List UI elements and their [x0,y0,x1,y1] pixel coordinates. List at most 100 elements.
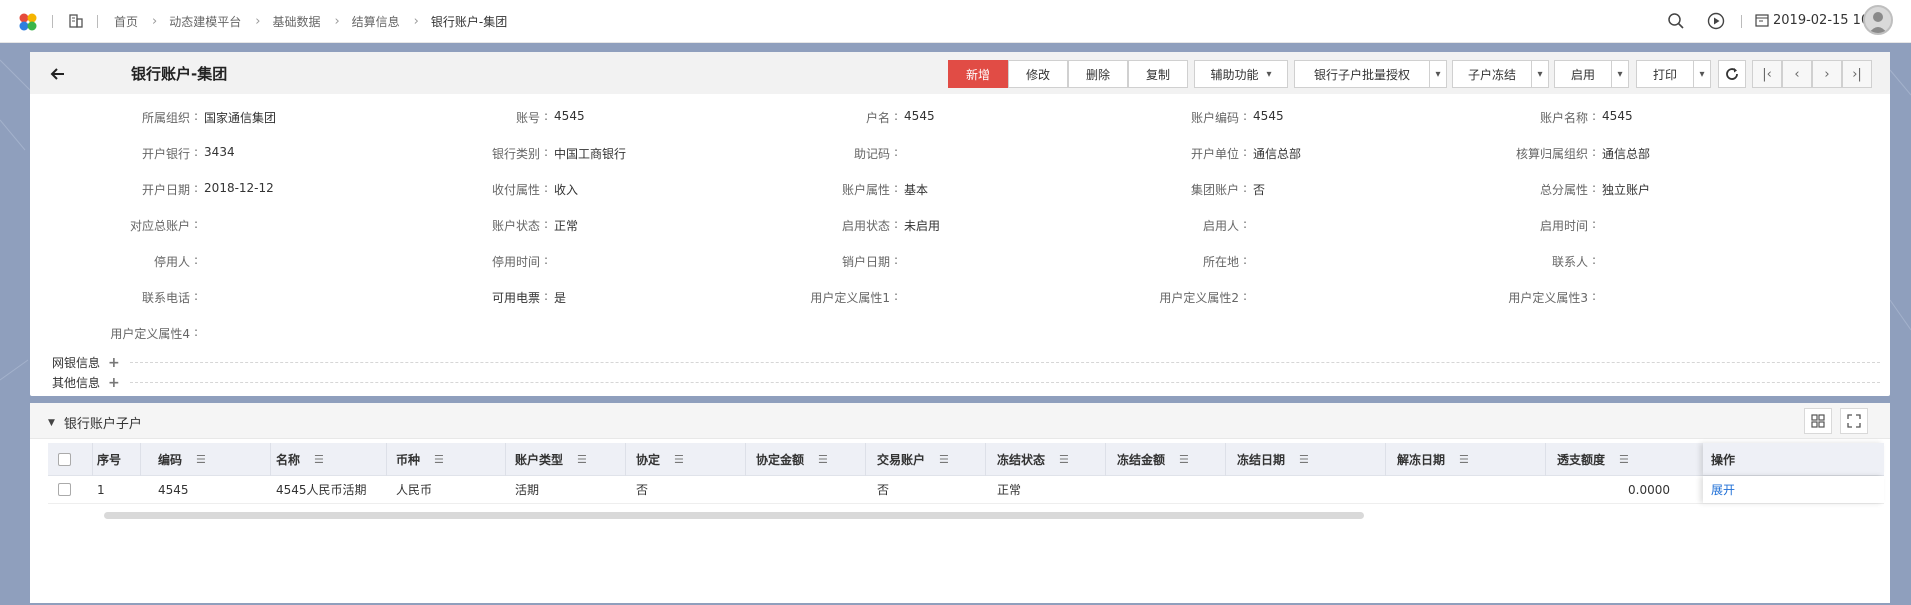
copy-button[interactable]: 复制 [1128,60,1188,88]
row-checkbox-cell [58,476,71,503]
delete-button[interactable]: 删除 [1068,60,1128,88]
field-label: 核算归属组织 [1515,147,1588,161]
column-header[interactable]: 冻结状态 ☰ [997,443,1069,475]
add-button[interactable]: 新增 [948,60,1008,88]
field-enable-status: 启用状态: 未启用 [730,217,940,237]
column-header[interactable]: 币种 ☰ [396,443,444,475]
assist-function-dropdown[interactable]: 辅助功能 ▾ [1194,60,1288,88]
previous-record-button[interactable]: ‹ [1782,60,1812,88]
section-toggle-other-info[interactable]: 其他信息 + [52,374,120,391]
sort-icon[interactable]: ☰ [434,453,444,466]
section-toggle-online-banking[interactable]: 网银信息 + [52,354,120,371]
horizontal-scrollbar[interactable] [104,512,1364,519]
breadcrumb-item-settlement[interactable]: 结算信息 [352,13,400,30]
chevron-down-icon: ▾ [1617,68,1623,80]
divider [97,15,98,28]
avatar[interactable] [1863,5,1893,35]
field-value: 是 [554,291,567,305]
sort-icon[interactable]: ☰ [674,453,684,466]
column-header[interactable]: 编码 ☰ [158,443,206,475]
field-value: 中国工商银行 [554,147,627,161]
sort-icon[interactable]: ☰ [1299,453,1309,466]
title-bar: 银行账户-集团 新增 修改 删除 复制 辅助功能 ▾ 银行子户批量授权 ▾ 子户… [30,52,1890,94]
breadcrumb: 首页 › 动态建模平台 › 基础数据 › 结算信息 › 银行账户-集团 [114,0,507,43]
freeze-subaccount-menu-toggle[interactable]: ▾ [1531,60,1549,88]
select-all-checkbox[interactable] [58,452,71,466]
colon: : [1243,217,1248,231]
refresh-button[interactable] [1718,60,1746,88]
sort-icon[interactable]: ☰ [1179,453,1189,466]
field-value: 未启用 [904,219,941,233]
sort-icon[interactable]: ☰ [1059,453,1069,466]
batch-authorize-menu-toggle[interactable]: ▾ [1429,60,1447,88]
sort-icon[interactable]: ☰ [314,453,324,466]
column-header[interactable]: 序号 [97,443,121,475]
column-header-label: 账户类型 [515,452,564,467]
grid-icon [1811,414,1825,428]
field-account-attr: 账户属性: 基本 [730,181,928,201]
field-accounting-org: 核算归属组织: 通信总部 [1428,145,1650,165]
field-label: 用户定义属性4 [110,327,190,341]
table-row[interactable]: 1 4545 4545人民币活期 人民币 活期 否 否 正常 0.0000 展开 [48,476,1884,504]
sort-icon[interactable]: ☰ [577,453,587,466]
breadcrumb-item-basic-data[interactable]: 基础数据 [272,13,320,30]
app-logo-icon[interactable] [18,12,38,32]
column-header[interactable]: 冻结日期 ☰ [1237,443,1309,475]
column-header[interactable]: 透支额度 ☰ [1557,443,1629,475]
sort-icon[interactable]: ☰ [818,453,828,466]
next-record-button[interactable]: › [1812,60,1842,88]
building-icon[interactable] [68,13,84,29]
column-header[interactable]: 名称 ☰ [276,443,324,475]
divider [130,382,1880,383]
expand-plus-icon: + [108,354,120,371]
column-header[interactable]: 账户类型 ☰ [515,443,587,475]
search-icon[interactable] [1667,12,1685,30]
field-bank: 开户银行:3434 [30,145,235,165]
column-header[interactable]: 交易账户 ☰ [877,443,949,475]
batch-authorize-button[interactable]: 银行子户批量授权 [1294,60,1430,88]
first-record-button[interactable]: |‹ [1752,60,1782,88]
user-avatar-icon [1869,12,1887,33]
current-date: 2019-02-15 10 [1773,13,1870,28]
row-checkbox[interactable] [58,483,71,496]
field-value: 国家通信集团 [204,111,277,125]
edit-button[interactable]: 修改 [1008,60,1068,88]
page-title: 银行账户-集团 [131,65,228,83]
breadcrumb-item-home[interactable]: 首页 [114,13,138,30]
enable-menu-toggle[interactable]: ▾ [1611,60,1629,88]
back-arrow-icon[interactable] [48,64,68,84]
subaccount-collapse-toggle[interactable]: ▼ 银行账户子户 [48,413,142,432]
print-button[interactable]: 打印 [1636,60,1694,88]
first-page-icon: |‹ [1762,66,1772,82]
breadcrumb-item-current: 银行账户-集团 [430,15,508,29]
column-header-label: 币种 [396,452,421,467]
fullscreen-button[interactable] [1840,408,1868,434]
column-separator [1545,443,1546,476]
grid-view-button[interactable] [1804,408,1832,434]
print-menu-toggle[interactable]: ▾ [1693,60,1711,88]
column-header[interactable]: 协定金额 ☰ [756,443,828,475]
breadcrumb-item-platform[interactable]: 动态建模平台 [169,13,241,30]
field-label: 账号 [515,111,540,125]
column-header[interactable]: 解冻日期 ☰ [1397,443,1469,475]
caret-down-icon: ▼ [48,417,55,428]
enable-button[interactable]: 启用 [1554,60,1612,88]
fullscreen-icon [1847,414,1861,428]
field-account-status: 账户状态: 正常 [380,217,578,237]
colon: : [894,253,899,267]
expand-link[interactable]: 展开 [1711,481,1735,498]
last-record-button[interactable]: ›| [1842,60,1872,88]
field-group-account: 集团账户: 否 [1079,181,1265,201]
play-circle-icon[interactable] [1707,12,1725,30]
colon: : [194,325,199,339]
column-header[interactable]: 协定 ☰ [636,443,684,475]
form-row: 开户日期:2018-12-12 收付属性: 收入 账户属性: 基本 集团账户: 否 总… [30,181,1890,201]
sort-icon[interactable]: ☰ [196,453,206,466]
subaccount-title: 银行账户子户 [63,417,142,432]
sort-icon[interactable]: ☰ [939,453,949,466]
sort-icon[interactable]: ☰ [1459,453,1469,466]
freeze-subaccount-button[interactable]: 子户冻结 [1452,60,1532,88]
calendar-icon [1755,14,1769,27]
column-header[interactable]: 冻结金额 ☰ [1117,443,1189,475]
sort-icon[interactable]: ☰ [1619,453,1629,466]
